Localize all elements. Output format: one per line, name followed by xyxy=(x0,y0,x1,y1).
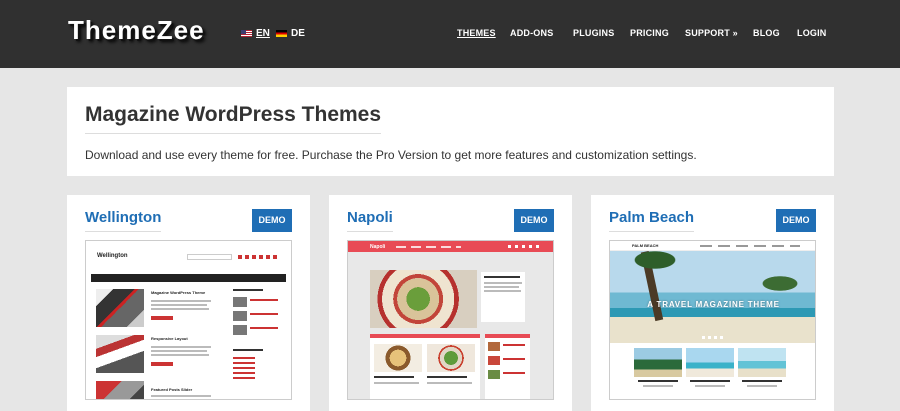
preview-search-box xyxy=(187,254,232,260)
intro-text: Download and use every theme for free. P… xyxy=(85,148,697,162)
preview-post-image xyxy=(96,381,144,399)
preview-post-image xyxy=(634,348,682,377)
nav-themes[interactable]: THEMES xyxy=(457,28,496,38)
demo-button[interactable]: DEMO xyxy=(252,209,292,232)
preview-header: PALM BEACH xyxy=(610,241,815,251)
theme-screenshot[interactable]: PALM BEACH A TRAVEL MAGAZINE THEME xyxy=(609,240,816,400)
demo-button[interactable]: DEMO xyxy=(776,209,816,232)
preview-hero-image: A TRAVEL MAGAZINE THEME xyxy=(610,251,815,343)
preview-sidebar xyxy=(233,289,285,399)
preview-post-image xyxy=(686,348,734,377)
nav-login[interactable]: LOGIN xyxy=(797,28,827,38)
theme-title[interactable]: Palm Beach xyxy=(609,209,695,232)
theme-title[interactable]: Wellington xyxy=(85,209,162,232)
preview-post-title: Featured Posts Slider xyxy=(151,387,193,392)
preview-header: Wellington xyxy=(91,246,286,268)
preview-site-title: Wellington xyxy=(97,253,128,259)
demo-button[interactable]: DEMO xyxy=(514,209,554,232)
nav-blog[interactable]: BLOG xyxy=(753,28,780,38)
preview-featured-text xyxy=(481,272,525,322)
theme-title[interactable]: Napoli xyxy=(347,209,393,232)
theme-card-wellington: Wellington DEMO Wellington Magazine Word… xyxy=(67,195,310,411)
slider-dots xyxy=(702,336,726,339)
theme-screenshot[interactable]: Wellington Magazine WordPress Theme Resp… xyxy=(85,240,292,400)
main-navigation: THEMES ADD-ONS PLUGINS PRICING SUPPORT »… xyxy=(0,28,900,40)
preview-social-icons xyxy=(238,255,278,259)
preview-sidebar xyxy=(485,334,530,399)
preview-site-title: PALM BEACH xyxy=(632,243,659,248)
page-title: Magazine WordPress Themes xyxy=(85,103,382,134)
preview-hero-title: A TRAVEL MAGAZINE THEME xyxy=(647,300,780,309)
theme-screenshot[interactable]: Napoli xyxy=(347,240,554,400)
preview-post: Featured Posts Slider xyxy=(96,381,214,399)
theme-card-palm-beach: Palm Beach DEMO PALM BEACH A TRAVEL MAGA… xyxy=(591,195,834,411)
preview-featured-image xyxy=(370,270,477,328)
theme-card-napoli: Napoli DEMO Napoli xyxy=(329,195,572,411)
site-header: ThemeZee EN DE THEMES ADD-ONS PLUGINS PR… xyxy=(0,0,900,68)
intro-box: Magazine WordPress Themes Download and u… xyxy=(67,87,834,176)
preview-nav-bar xyxy=(91,274,286,282)
preview-post-title: Magazine WordPress Theme xyxy=(151,290,206,295)
preview-site-title: Napoli xyxy=(370,244,386,250)
nav-support[interactable]: SUPPORT » xyxy=(685,28,738,38)
preview-post-image xyxy=(738,348,786,377)
nav-plugins[interactable]: PLUGINS xyxy=(573,28,614,38)
preview-header: Napoli xyxy=(348,241,553,252)
preview-post: Responsive Layout xyxy=(96,335,214,373)
preview-post-image xyxy=(374,344,422,372)
preview-menu xyxy=(700,245,800,247)
preview-body xyxy=(348,252,553,399)
preview-menu xyxy=(396,246,461,248)
preview-social-icons xyxy=(508,245,543,248)
preview-post: Magazine WordPress Theme xyxy=(96,289,214,327)
nav-add-ons[interactable]: ADD-ONS xyxy=(510,28,553,38)
preview-category-panel xyxy=(370,334,480,399)
preview-post-image xyxy=(427,344,475,372)
preview-post-title: Responsive Layout xyxy=(151,336,188,341)
nav-pricing[interactable]: PRICING xyxy=(630,28,669,38)
preview-post-image xyxy=(96,289,144,327)
preview-post-image xyxy=(96,335,144,373)
